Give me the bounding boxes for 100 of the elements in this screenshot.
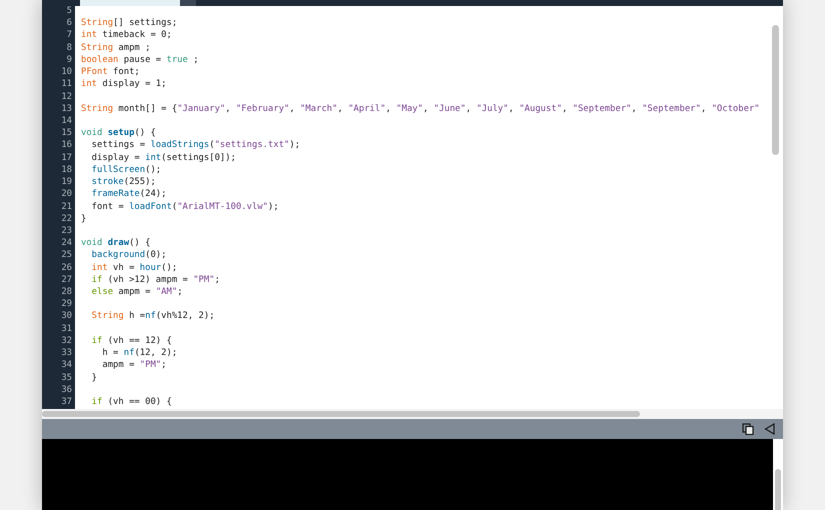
string-literal: "AM"	[156, 287, 178, 298]
code-text: () {	[134, 128, 156, 138]
type-keyword: int	[81, 30, 98, 40]
line-number: 21	[61, 202, 72, 212]
line-number: 36	[61, 384, 72, 395]
code-text: );	[289, 140, 300, 150]
line-number: 37	[61, 397, 72, 407]
function-name: fullScreen	[90, 164, 146, 175]
function-name: stroke	[90, 177, 124, 188]
keyword: if	[90, 397, 102, 407]
string-literal: "August"	[519, 104, 562, 114]
type-keyword: int	[81, 79, 98, 90]
line-number: 27	[61, 274, 72, 285]
code-text: font;	[112, 67, 140, 78]
line-number: 33	[61, 348, 72, 358]
code-text: ;	[214, 274, 220, 285]
code-text: vh =	[112, 262, 136, 273]
code-text: () {	[129, 238, 150, 248]
code-text: ampm =	[117, 287, 152, 298]
function-name: nf	[145, 311, 156, 322]
code-text: ,	[289, 104, 296, 114]
code-text: ,	[631, 104, 638, 114]
code-text: ampm =	[101, 360, 136, 370]
code-text: ,	[562, 104, 568, 114]
code-text: ;	[192, 54, 199, 65]
editor-tab[interactable]	[80, 0, 180, 6]
string-literal: "April"	[348, 104, 386, 114]
scrollbar-thumb[interactable]	[772, 25, 779, 155]
triangle-icon[interactable]	[764, 423, 775, 435]
code-text: font =	[90, 202, 125, 212]
function-name: loadStrings	[150, 140, 210, 150]
line-number: 32	[61, 336, 72, 346]
code-text: (0);	[145, 250, 166, 260]
code-text: (vh >12) ampm =	[106, 274, 189, 285]
function-name: nf	[124, 348, 134, 358]
code-text: display = 1;	[101, 79, 166, 90]
line-number: 25	[61, 250, 72, 260]
code-text: ,	[386, 104, 392, 114]
line-number: 5	[66, 6, 72, 16]
code-text: h =	[101, 348, 120, 358]
function-name: hour	[140, 262, 162, 273]
code-text: ;	[177, 287, 183, 298]
code-text: ,	[466, 104, 472, 114]
line-number: 10	[61, 67, 72, 78]
type-keyword: PFont	[81, 67, 108, 78]
code-text: h =	[128, 311, 146, 322]
code-text: }	[90, 372, 98, 383]
scrollbar-thumb[interactable]	[42, 411, 640, 417]
code-text: (	[172, 202, 178, 212]
type-keyword: boolean	[81, 54, 118, 65]
type-keyword: String	[81, 104, 114, 114]
code-text: ();	[145, 164, 162, 175]
code-text: ();	[161, 262, 178, 273]
code-text: (settings[0]);	[161, 152, 236, 163]
type-keyword: int	[90, 262, 108, 273]
string-literal: "October"	[712, 104, 760, 114]
code-text: [] settings;	[113, 18, 178, 28]
function-name: frameRate	[90, 189, 140, 200]
code-text: }	[81, 214, 86, 224]
line-number: 9	[66, 54, 72, 65]
line-number: 18	[61, 164, 72, 175]
type-keyword: String	[90, 311, 124, 322]
line-number: 20	[61, 189, 72, 200]
code-text: (12, 2);	[134, 348, 178, 358]
type-keyword: String	[81, 42, 114, 53]
code-text: pause =	[122, 54, 162, 65]
code-text: (	[209, 140, 215, 150]
line-number: 31	[61, 324, 72, 334]
code-text: (vh == 12) {	[106, 336, 172, 346]
code-text: month[] = {	[117, 104, 178, 114]
code-text: ,	[423, 104, 430, 114]
code-text: ,	[508, 104, 515, 114]
keyword: true	[166, 54, 188, 65]
function-name: int	[145, 152, 162, 163]
line-number: 23	[61, 226, 72, 236]
string-literal: "March"	[300, 104, 338, 114]
code-text: );	[268, 202, 279, 212]
keyword: if	[90, 274, 102, 285]
line-number: 15	[61, 128, 72, 138]
line-number: 13	[61, 104, 72, 114]
keyword: void	[81, 238, 102, 248]
line-number: 28	[61, 287, 72, 298]
code-text: ;	[161, 360, 166, 370]
code-text: (vh%12, 2);	[156, 311, 215, 322]
code-text: ,	[225, 104, 232, 114]
line-number: 30	[61, 311, 72, 322]
line-number: 34	[61, 360, 72, 370]
copy-icon[interactable]	[742, 423, 754, 435]
function-name: draw	[106, 238, 130, 248]
string-literal: "ArialMT-100.vlw"	[177, 202, 268, 212]
code-text: timeback = 0;	[101, 30, 172, 40]
code-text: ,	[700, 104, 708, 114]
string-literal: "settings.txt"	[214, 140, 290, 150]
keyword: void	[81, 128, 102, 138]
line-number: 11	[61, 79, 72, 90]
keyword: else	[90, 287, 114, 298]
line-number: 17	[61, 152, 72, 163]
function-name: background	[90, 250, 146, 260]
string-literal: "July"	[476, 104, 508, 114]
code-text: (24);	[140, 189, 166, 200]
